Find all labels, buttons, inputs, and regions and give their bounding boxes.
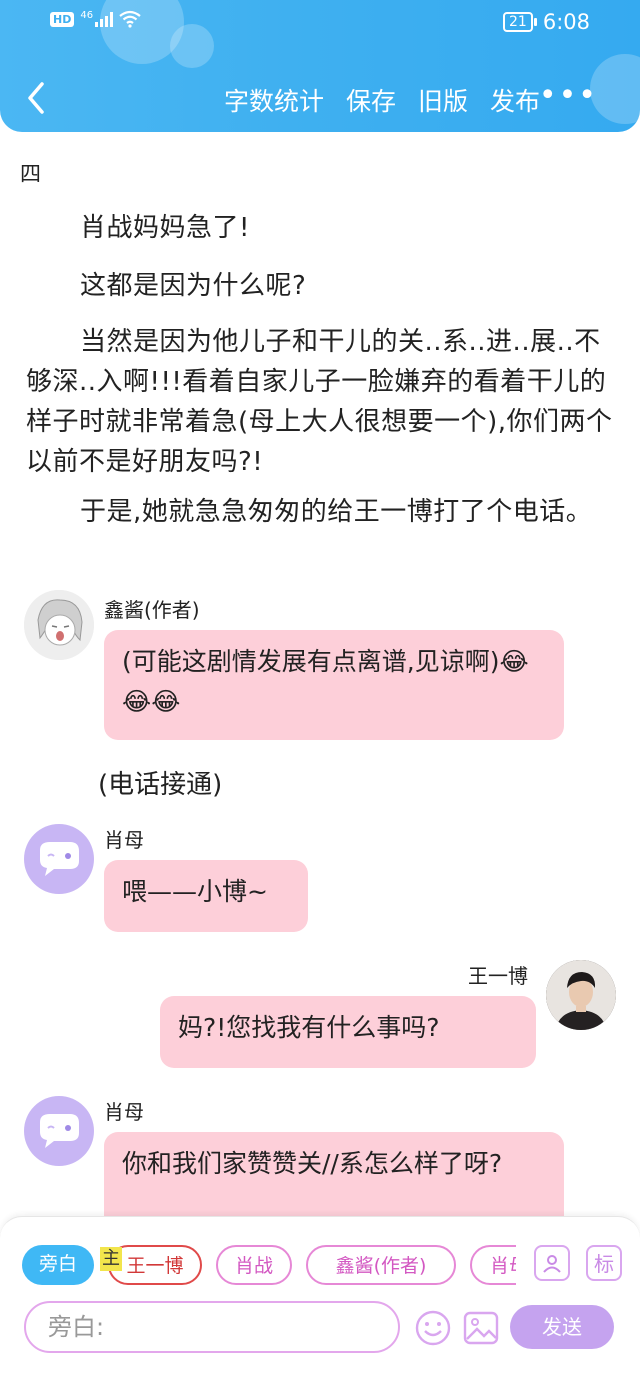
publish-button[interactable]: 发布 xyxy=(490,82,540,118)
composer-panel: 旁白 王一博 主 肖战 鑫酱(作者) 肖母 标 旁白: 发送 xyxy=(0,1216,640,1388)
main-role-tag: 主 xyxy=(100,1247,122,1271)
message-bubble[interactable]: 喂——小博~ xyxy=(104,860,308,932)
emoji-icon[interactable] xyxy=(414,1309,452,1347)
wangyibo-avatar[interactable] xyxy=(546,960,616,1030)
more-menu-icon[interactable]: ••• xyxy=(539,81,598,111)
network-type: 46 xyxy=(80,10,94,21)
speaker-name: 肖母 xyxy=(104,828,144,852)
signal-icon xyxy=(95,11,114,27)
navigation-bar: 字数统计 保存 旧版 发布 ••• xyxy=(0,78,640,122)
image-icon[interactable] xyxy=(462,1309,500,1347)
battery-icon: 21 xyxy=(503,12,537,32)
role-chip-author[interactable]: 鑫酱(作者) xyxy=(306,1245,456,1285)
old-version-button[interactable]: 旧版 xyxy=(418,82,468,118)
chat-bubble-icon xyxy=(40,1114,79,1148)
message-bubble[interactable]: 妈?!您找我有什么事吗? xyxy=(160,996,536,1068)
role-chip-narration[interactable]: 旁白 xyxy=(22,1245,94,1285)
clock: 6:08 xyxy=(542,10,590,34)
speaker-name: 王一博 xyxy=(468,964,528,988)
message-bubble[interactable]: (可能这剧情发展有点离谱,见谅啊)😂😂😂 xyxy=(104,630,564,740)
word-count-button[interactable]: 字数统计 xyxy=(224,82,324,118)
paragraph: 当然是因为他儿子和干儿的关..系..进..展..不够深..入啊!!!看着自家儿子… xyxy=(26,327,613,477)
narration-text: (电话接通) xyxy=(98,770,223,800)
speaker-name: 鑫酱(作者) xyxy=(104,598,200,622)
message-input[interactable]: 旁白: xyxy=(24,1301,400,1353)
send-button[interactable]: 发送 xyxy=(510,1305,614,1349)
paragraph: 于是,她就急急匆匆的给王一博打了个电话。 xyxy=(80,497,593,527)
paragraph: 这都是因为什么呢? xyxy=(80,271,307,301)
chat-bubble-icon xyxy=(40,842,79,876)
back-arrow-icon[interactable] xyxy=(22,80,52,116)
speaker-name: 肖母 xyxy=(104,1100,144,1124)
author-avatar[interactable] xyxy=(24,590,94,660)
role-chip-wangyibo[interactable]: 王一博 xyxy=(108,1245,202,1285)
tag-button[interactable]: 标 xyxy=(586,1245,622,1281)
chapter-title: 四 xyxy=(20,162,41,186)
wifi-icon xyxy=(119,10,141,28)
role-chip-clip: 肖母 xyxy=(470,1245,516,1285)
role-chip-xiaomu[interactable]: 肖母 xyxy=(470,1245,516,1285)
default-avatar[interactable] xyxy=(24,824,94,894)
hd-badge: HD xyxy=(50,11,75,27)
default-avatar[interactable] xyxy=(24,1096,94,1166)
save-button[interactable]: 保存 xyxy=(346,82,396,118)
status-bar: HD 46 21 6:08 xyxy=(0,8,640,38)
paragraph: 肖战妈妈急了! xyxy=(80,213,250,243)
role-manage-icon[interactable] xyxy=(534,1245,570,1281)
role-chip-xiaozhan[interactable]: 肖战 xyxy=(216,1245,292,1285)
top-app-bar: HD 46 21 6:08 字数统计 保存 旧版 发布 ••• xyxy=(0,0,640,132)
